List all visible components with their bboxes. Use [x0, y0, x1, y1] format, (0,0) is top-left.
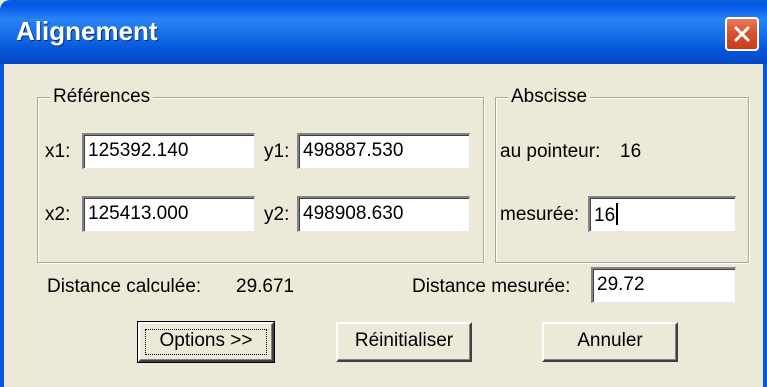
close-icon — [734, 26, 750, 42]
measured-distance-input[interactable]: 29.72 — [591, 267, 736, 303]
text-caret — [616, 203, 619, 225]
window-title: Alignement — [16, 16, 158, 46]
references-legend: Références — [50, 86, 154, 108]
reset-button[interactable]: Réinitialiser — [336, 322, 472, 362]
abscisse-legend: Abscisse — [508, 86, 591, 108]
alignement-dialog: Alignement Références x1: 125392.140 y1:… — [0, 0, 767, 387]
x1-label: x1: — [45, 141, 71, 162]
options-button[interactable]: Options >> — [137, 321, 275, 363]
window-frame-right — [763, 64, 767, 387]
pointer-value: 16 — [620, 141, 642, 162]
cancel-button[interactable]: Annuler — [542, 322, 678, 362]
y2-input[interactable]: 498908.630 — [297, 196, 470, 232]
cancel-button-label: Annuler — [577, 330, 643, 351]
y1-label: y1: — [264, 141, 290, 162]
y1-input[interactable]: 498887.530 — [297, 133, 470, 169]
close-button[interactable] — [725, 17, 759, 51]
references-group — [37, 97, 484, 263]
pointer-label: au pointeur: — [500, 141, 601, 162]
measured-abscissa-input[interactable]: 16 — [588, 196, 736, 232]
calculated-distance-label: Distance calculée: — [47, 276, 202, 297]
abscisse-group — [495, 97, 749, 263]
measured-abscissa-value: 16 — [594, 205, 616, 226]
window-frame-left — [0, 64, 4, 387]
y2-label: y2: — [264, 204, 290, 225]
x2-label: x2: — [45, 204, 71, 225]
measured-distance-label: Distance mesurée: — [412, 276, 571, 297]
options-button-label: Options >> — [159, 330, 253, 351]
x2-input[interactable]: 125413.000 — [82, 196, 255, 232]
calculated-distance-value: 29.671 — [236, 276, 295, 297]
reset-button-label: Réinitialiser — [354, 330, 454, 351]
measured-abscissa-label: mesurée: — [500, 204, 580, 225]
x1-input[interactable]: 125392.140 — [82, 133, 255, 169]
title-bar[interactable]: Alignement — [0, 0, 767, 64]
